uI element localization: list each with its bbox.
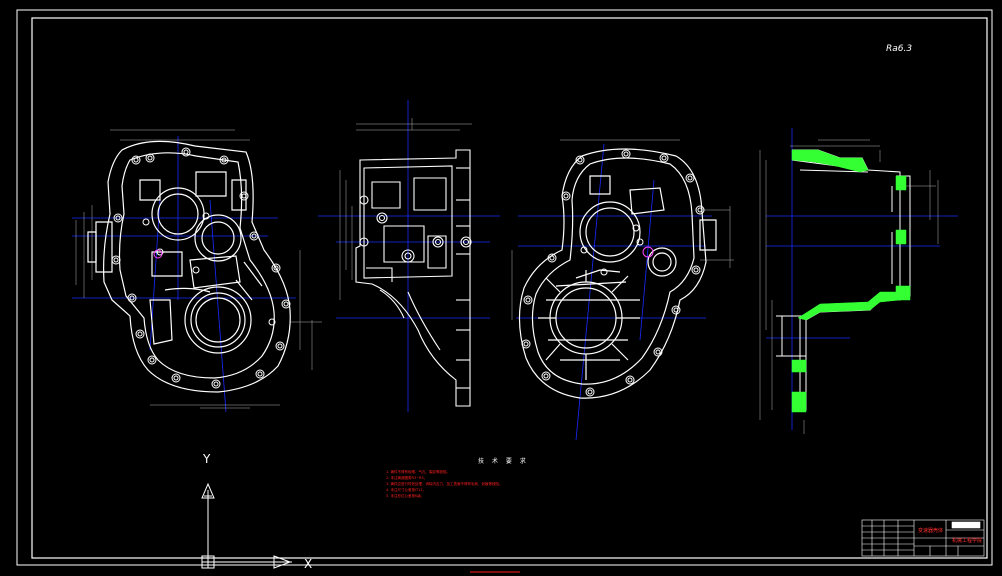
front-view bbox=[72, 129, 322, 413]
ucs-icon bbox=[201, 482, 292, 569]
technical-note-item: 3. 铸件应进行时效处理，消除内应力，加工表面不得有毛刺、划痕等缺陷。 bbox=[386, 482, 503, 486]
technical-note-item: 5. 未注形位公差按K级。 bbox=[386, 494, 425, 498]
technical-note-item: 1. 铸件不得有砂眼、气孔、裂纹等缺陷。 bbox=[386, 470, 450, 474]
rear-view bbox=[511, 139, 734, 441]
technical-notes-title: 技 术 要 求 bbox=[478, 458, 529, 465]
technical-note-item: 4. 未注尺寸公差按IT12。 bbox=[386, 488, 427, 492]
side-view bbox=[318, 100, 500, 412]
ucs-x-label: X bbox=[304, 557, 313, 571]
title-block-school: 机械工程学院 bbox=[952, 538, 983, 544]
ucs-y-label: Y bbox=[203, 452, 211, 466]
surface-roughness-mark: Ra6.3 bbox=[886, 44, 913, 54]
technical-note-item: 2. 未注铸造圆角R3~R5。 bbox=[386, 476, 428, 480]
section-view bbox=[759, 128, 958, 434]
cad-drawing-canvas[interactable] bbox=[0, 0, 1002, 576]
sheet-border bbox=[16, 9, 993, 566]
title-block-drawing-title: 变速器壳体 bbox=[918, 528, 944, 534]
